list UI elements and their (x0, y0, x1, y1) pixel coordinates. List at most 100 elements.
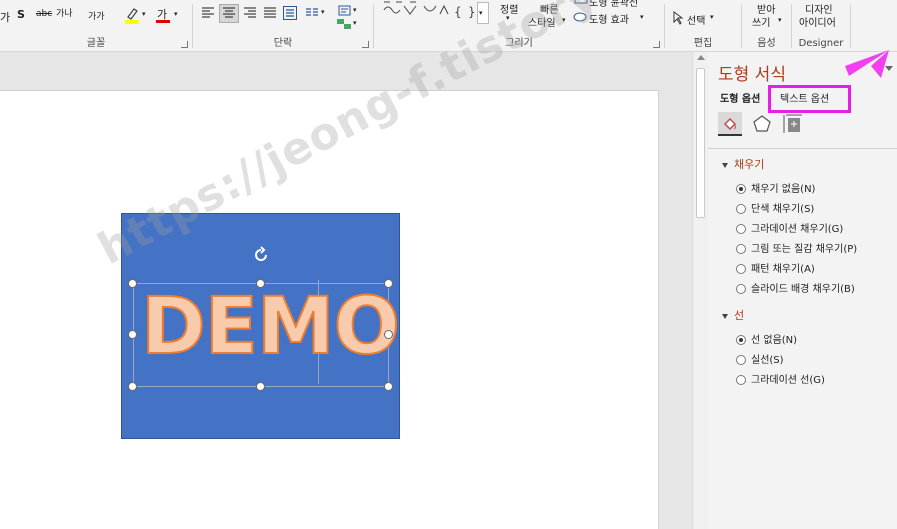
pentagon-icon (753, 115, 771, 132)
radio-label: 단색 채우기(S) (751, 204, 815, 215)
resize-handle-left[interactable] (128, 330, 137, 339)
resize-handle-top[interactable] (256, 279, 265, 288)
designer-group-label: Designer (798, 38, 844, 49)
radio-gradient-fill[interactable]: 그라데이션 채우기(G) (736, 220, 843, 235)
radio-button[interactable] (736, 224, 746, 234)
resize-handle-top-left[interactable] (128, 279, 137, 288)
radio-no-fill[interactable]: 채우기 없음(N) (736, 180, 815, 195)
chevron-down-icon[interactable]: ▾ (353, 19, 357, 27)
editing-group: 선택 ▾ 편집 (665, 0, 741, 52)
voice-group-label: 음성 (757, 38, 776, 49)
align-left-icon[interactable] (201, 7, 215, 20)
radio-button[interactable] (736, 244, 746, 254)
radio-slide-bg-fill[interactable]: 슬라이드 배경 채우기(B) (736, 280, 855, 295)
editing-group-label: 편집 (693, 38, 713, 49)
radio-label: 선 없음(N) (751, 335, 798, 346)
radio-picture-fill[interactable]: 그림 또는 질감 채우기(P) (736, 240, 857, 255)
scroll-thumb[interactable] (696, 68, 705, 218)
dialog-launcher-icon[interactable] (181, 41, 188, 48)
dialog-launcher-icon[interactable] (653, 41, 660, 48)
vertical-scrollbar[interactable] (692, 52, 708, 529)
chevron-down-icon[interactable]: ▾ (353, 6, 357, 14)
radio-label: 채우기 없음(N) (751, 184, 816, 195)
change-case-button[interactable]: 가가 (88, 9, 105, 22)
paragraph-group: ▾ ▾ ▾ 단락 (193, 0, 373, 52)
highlight-pen-icon[interactable] (124, 6, 140, 24)
chevron-down-icon[interactable]: ▾ (479, 9, 483, 17)
paragraph-group-label: 단락 (273, 38, 293, 49)
radio-button[interactable] (736, 284, 746, 294)
radio-gradient-line[interactable]: 그라데이션 선(G) (736, 371, 825, 386)
shadow-button[interactable]: S (17, 8, 25, 21)
fill-line-tab[interactable] (718, 112, 742, 136)
radio-button[interactable] (736, 355, 746, 365)
line-section-header[interactable]: 선 (722, 307, 744, 323)
radio-button[interactable] (736, 335, 746, 345)
scroll-up-icon[interactable] (697, 55, 705, 60)
select-cursor-icon[interactable] (673, 11, 683, 25)
chevron-down-icon[interactable]: ▾ (778, 16, 782, 24)
font-partial-glyph[interactable]: 가 (0, 9, 10, 25)
dialog-launcher-icon[interactable] (362, 41, 369, 48)
text-options-highlight-box (768, 85, 851, 113)
char-spacing-button[interactable]: 가나 (56, 6, 73, 19)
resize-handle-top-right[interactable] (384, 279, 393, 288)
justify-icon[interactable] (263, 7, 277, 20)
radio-solid-line[interactable]: 실선(S) (736, 351, 784, 366)
radio-button[interactable] (736, 184, 746, 194)
pane-title: 도형 서식 (718, 65, 786, 85)
chevron-down-icon[interactable]: ▾ (142, 10, 146, 18)
radio-label: 실선(S) (751, 355, 784, 366)
select-button[interactable]: 선택 (687, 12, 705, 27)
collapse-triangle-icon (722, 162, 728, 168)
fill-section-header[interactable]: 채우기 (722, 156, 764, 172)
shapes-gallery[interactable]: { } (380, 0, 484, 24)
size-properties-icon (783, 114, 802, 133)
radio-button[interactable] (736, 264, 746, 274)
chevron-down-icon[interactable]: ▾ (710, 13, 714, 21)
designer-group: 디자인 아이디어 Designer (792, 0, 850, 52)
chevron-down-icon[interactable]: ▾ (321, 8, 325, 16)
columns-icon[interactable] (305, 8, 319, 18)
chevron-down-icon[interactable]: ▾ (640, 13, 644, 21)
effects-tab[interactable] (750, 112, 774, 136)
align-center-icon[interactable] (222, 7, 236, 20)
dictate-line2[interactable]: 쓰기 (752, 14, 770, 29)
radio-label: 슬라이드 배경 채우기(B) (751, 284, 855, 295)
radio-button[interactable] (736, 375, 746, 385)
paint-bucket-icon (723, 117, 737, 131)
line-heading: 선 (734, 309, 745, 322)
resize-handle-bottom-right[interactable] (384, 382, 393, 391)
radio-label: 그림 또는 질감 채우기(P) (751, 244, 858, 255)
resize-handle-right[interactable] (384, 330, 393, 339)
resize-handle-bottom-left[interactable] (128, 382, 137, 391)
voice-group: 받아 쓰기 ▾ 음성 (742, 0, 791, 52)
design-ideas-line2[interactable]: 아이디어 (799, 14, 836, 29)
radio-button[interactable] (736, 204, 746, 214)
chevron-down-icon[interactable]: ▾ (174, 10, 178, 18)
radio-solid-fill[interactable]: 단색 채우기(S) (736, 200, 814, 215)
radio-label: 그라데이션 채우기(G) (751, 224, 844, 235)
resize-handle-bottom[interactable] (256, 382, 265, 391)
radio-pattern-fill[interactable]: 패턴 채우기(A) (736, 260, 815, 275)
format-shape-pane: 도형 서식 도형 옵션 텍스트 옵션 채우기 채우기 없음(N) 단색 채우기(… (708, 52, 897, 529)
svg-text:}: } (468, 5, 476, 19)
font-group: 가 S abc 가나 가가 ▾ 가 ▾ 글꼴 (0, 0, 192, 52)
size-properties-tab[interactable] (782, 112, 806, 136)
tab-shape-options[interactable]: 도형 옵션 (720, 90, 760, 105)
radio-label: 그라데이션 선(G) (751, 375, 825, 386)
collapse-triangle-icon (722, 313, 728, 319)
smartart-icon[interactable] (335, 17, 353, 31)
pointer-arrow-icon (845, 50, 889, 78)
distribute-icon[interactable] (283, 6, 297, 21)
divider (850, 4, 851, 48)
strikethrough-button[interactable]: abc (36, 9, 52, 19)
rotate-handle-icon[interactable] (252, 246, 270, 264)
radio-label: 패턴 채우기(A) (751, 264, 815, 275)
wordart-text[interactable]: DEMO (140, 287, 401, 367)
text-direction-icon[interactable] (335, 4, 353, 18)
fill-heading: 채우기 (734, 158, 765, 171)
radio-no-line[interactable]: 선 없음(N) (736, 331, 797, 346)
font-color-bar (156, 20, 170, 23)
align-right-icon[interactable] (243, 7, 257, 20)
